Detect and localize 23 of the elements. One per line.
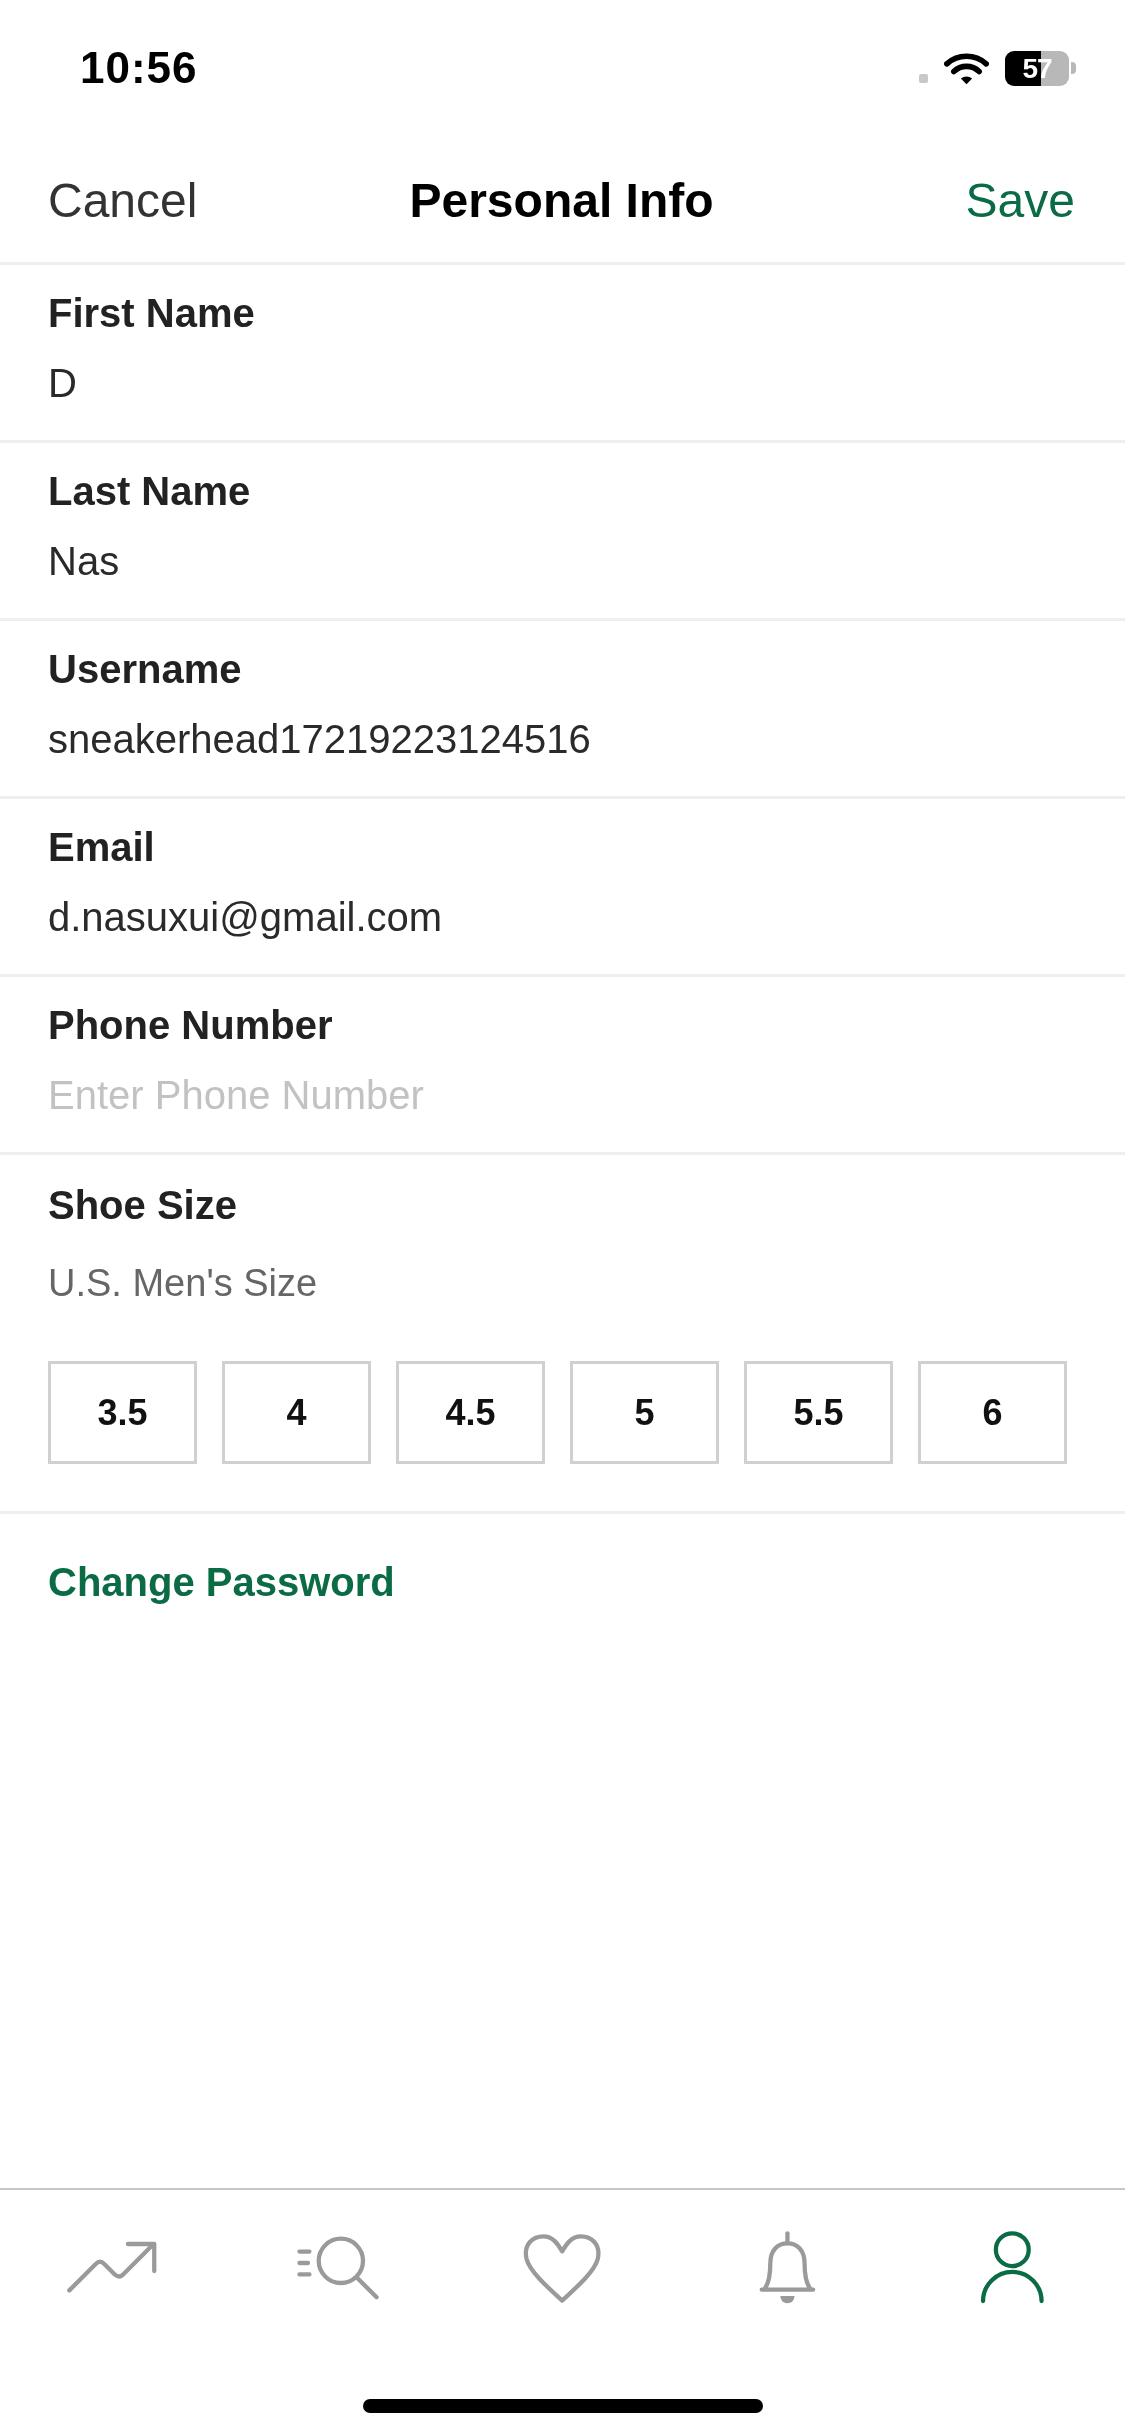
size-option[interactable]: 3.5 (48, 1361, 197, 1464)
wifi-icon (944, 51, 989, 85)
size-option[interactable]: 5 (570, 1361, 719, 1464)
field-label: First Name (48, 290, 255, 337)
save-button[interactable]: Save (965, 173, 1075, 229)
size-option[interactable]: 6 (918, 1361, 1067, 1464)
size-system-label: U.S. Men's Size (48, 1261, 318, 1306)
size-option[interactable]: 4.5 (396, 1361, 545, 1464)
text-field[interactable]: D (48, 359, 77, 407)
text-field[interactable]: d.nasuxui@gmail.com (48, 893, 443, 941)
cancel-button[interactable]: Cancel (48, 173, 198, 229)
status-time: 10:56 (80, 42, 198, 94)
field-label: Last Name (48, 468, 251, 515)
size-option[interactable]: 5.5 (744, 1361, 893, 1464)
text-field[interactable]: sneakerhead17219223124516 (48, 715, 591, 763)
field-label: Phone Number (48, 1002, 333, 1049)
section-label: Shoe Size (48, 1182, 237, 1229)
field-label: Email (48, 824, 155, 871)
field-label: Username (48, 646, 242, 693)
size-option[interactable]: 4 (222, 1361, 371, 1464)
text-field[interactable]: Nas (48, 537, 120, 585)
change-password-link[interactable]: Change Password (48, 1558, 395, 1606)
page-title: Personal Info (409, 173, 714, 229)
